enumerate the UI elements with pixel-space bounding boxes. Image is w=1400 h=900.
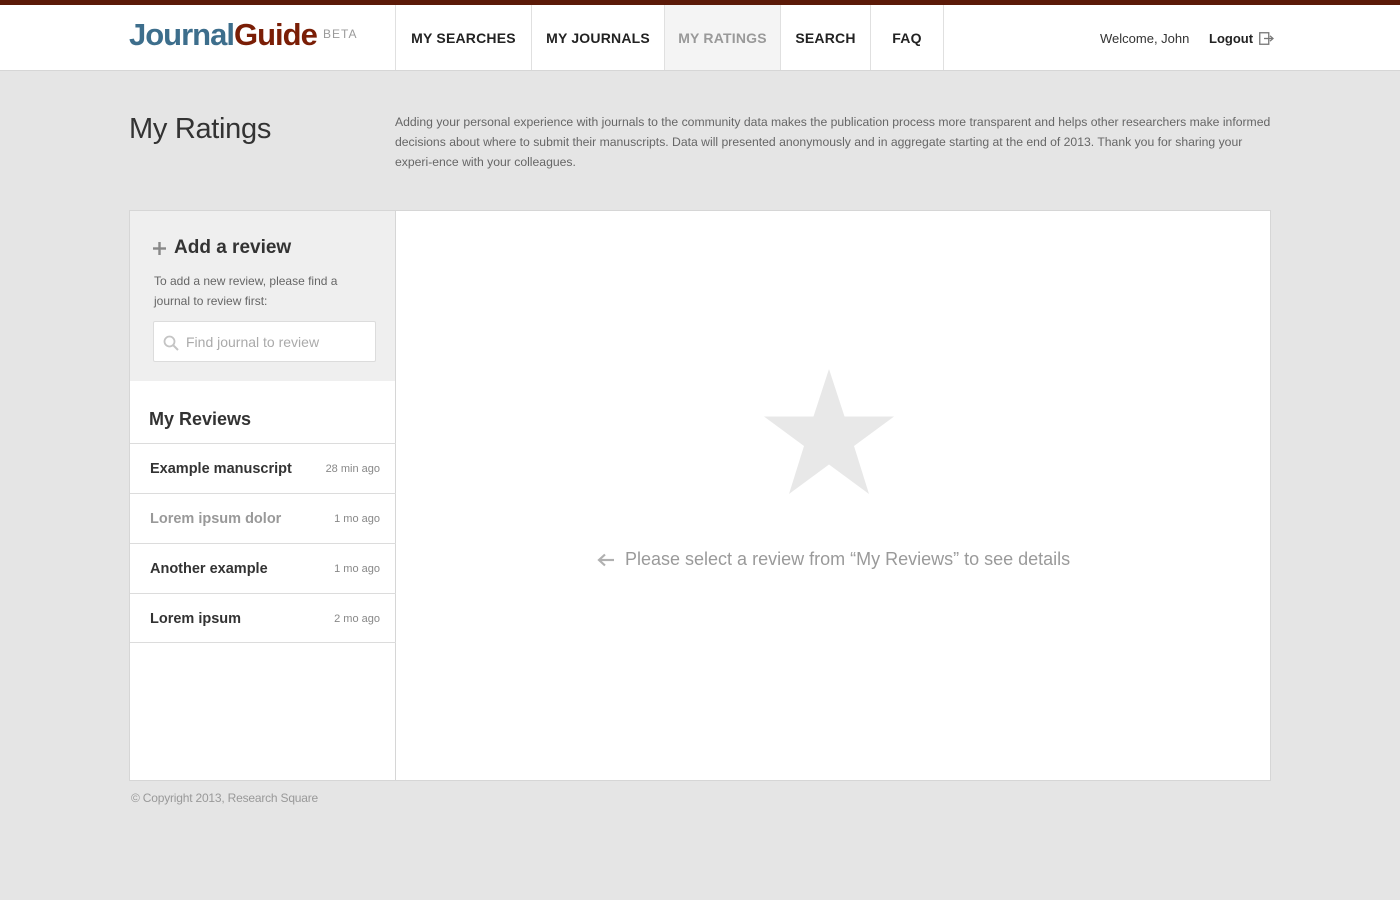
plus-icon (153, 241, 166, 255)
journal-search-input[interactable] (186, 322, 371, 361)
review-list: Example manuscript 28 min ago Lorem ipsu… (130, 443, 396, 643)
review-item[interactable]: Lorem ipsum dolor 1 mo ago (130, 493, 396, 543)
logo-part-journal: Journal (129, 17, 235, 52)
page-title: My Ratings (129, 113, 272, 145)
search-icon (163, 335, 179, 351)
nav-my-searches[interactable]: MY SEARCHES (396, 5, 532, 70)
welcome-text: Welcome, John (1100, 31, 1190, 46)
nav-faq[interactable]: FAQ (871, 5, 944, 70)
top-bar: JournalGuide BETA MY SEARCHES MY JOURNAL… (0, 0, 1400, 71)
journal-search-box[interactable] (153, 321, 376, 362)
review-item[interactable]: Example manuscript 28 min ago (130, 443, 396, 493)
add-review-box: Add a review To add a new review, please… (130, 211, 395, 381)
review-time: 1 mo ago (334, 563, 380, 575)
review-item[interactable]: Lorem ipsum 2 mo ago (130, 593, 396, 643)
review-name: Another example (150, 561, 268, 577)
add-review-title: Add a review (174, 237, 292, 258)
nav-my-journals[interactable]: MY JOURNALS (532, 5, 665, 70)
main-nav: MY SEARCHES MY JOURNALS MY RATINGS SEARC… (395, 5, 944, 70)
star-icon (764, 369, 894, 494)
review-item[interactable]: Another example 1 mo ago (130, 543, 396, 593)
review-time: 28 min ago (325, 463, 380, 475)
ratings-panel: Add a review To add a new review, please… (129, 210, 1271, 781)
empty-state-hint: Please select a review from “My Reviews”… (597, 549, 1070, 570)
logout-icon (1259, 32, 1275, 45)
review-name: Lorem ipsum (150, 611, 242, 627)
add-review-heading: Add a review (153, 237, 291, 259)
review-name: Lorem ipsum dolor (150, 511, 282, 527)
nav-search[interactable]: SEARCH (781, 5, 871, 70)
logo-part-guide: Guide (233, 17, 318, 52)
review-name: Example manuscript (150, 461, 292, 477)
review-time: 2 mo ago (334, 613, 380, 625)
empty-state-text: Please select a review from “My Reviews”… (625, 549, 1071, 569)
logout-label: Logout (1209, 31, 1254, 46)
beta-badge: BETA (323, 27, 358, 41)
nav-my-ratings[interactable]: MY RATINGS (665, 5, 781, 70)
footer-copyright: © Copyright 2013, Research Square (131, 791, 319, 805)
review-time: 1 mo ago (334, 513, 380, 525)
logo[interactable]: JournalGuide BETA (129, 17, 356, 53)
sidebar: Add a review To add a new review, please… (130, 211, 396, 780)
my-reviews-title: My Reviews (149, 409, 252, 429)
intro-text: Adding your personal experience with jou… (395, 115, 1271, 169)
arrow-left-icon (597, 553, 614, 566)
add-review-description: To add a new review, please find a journ… (154, 274, 338, 308)
logout-button[interactable]: Logout (1209, 31, 1275, 46)
review-detail-area: Please select a review from “My Reviews”… (397, 211, 1270, 780)
